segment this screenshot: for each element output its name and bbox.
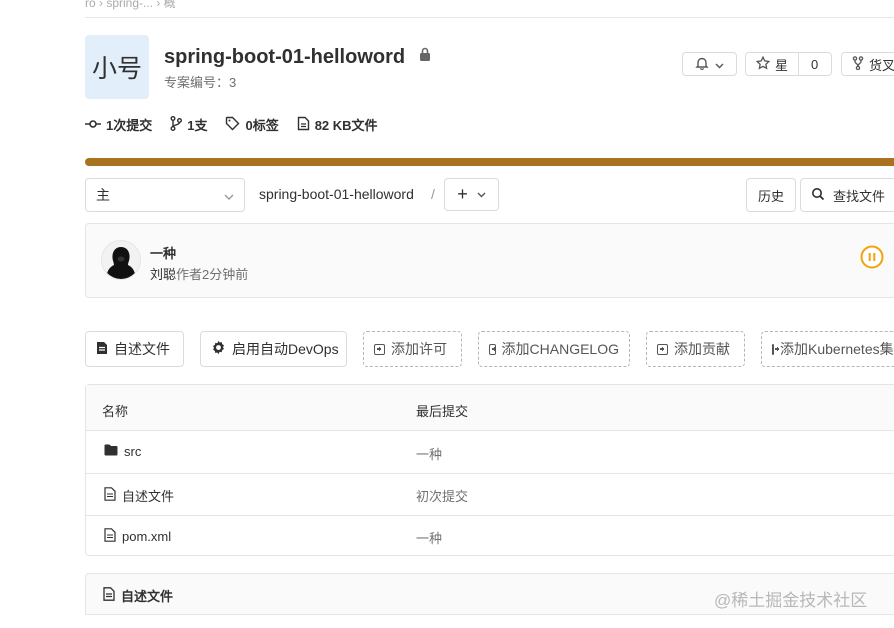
star-label: 星	[775, 57, 789, 73]
commit-author[interactable]: 刘聪	[150, 267, 176, 282]
project-id: 专案编号：3	[164, 75, 237, 90]
fork-label: 货叉	[869, 57, 894, 73]
path-separator: /	[431, 186, 435, 202]
enable-autodevops-button[interactable]: 启用自动DevOps	[200, 331, 347, 367]
file-text-icon	[96, 341, 108, 358]
plus-square-icon	[657, 343, 668, 355]
autodevops-button-label: 启用自动DevOps	[232, 341, 339, 357]
repository-language-bar	[85, 158, 894, 166]
tags-stat[interactable]: 0标签	[225, 115, 279, 134]
add-license-label: 添加许可	[391, 341, 447, 357]
star-icon	[755, 55, 771, 73]
notification-dropdown[interactable]	[682, 52, 737, 76]
fork-icon	[852, 55, 864, 73]
column-header-name: 名称	[102, 404, 129, 419]
top-breadcrumb[interactable]: ro › spring-... › 概	[85, 0, 176, 11]
plus-square-icon	[772, 343, 779, 355]
add-contributing-button[interactable]: 添加贡献	[646, 331, 745, 367]
find-file-button[interactable]: 查找文件	[800, 178, 894, 212]
gear-icon	[211, 340, 226, 358]
file-last-commit[interactable]: 一种	[416, 444, 442, 463]
size-value: 82 KB文件	[314, 118, 378, 133]
commits-count: 1次提交	[106, 118, 153, 133]
branch-icon	[170, 115, 183, 134]
chevron-down-icon	[715, 57, 724, 72]
author-avatar[interactable]	[101, 240, 141, 280]
file-tree-header	[86, 385, 894, 431]
file-icon	[104, 487, 116, 504]
column-header-last-commit: 最后提交	[416, 404, 469, 419]
table-row[interactable]: pom.xml 一种	[86, 515, 894, 557]
branch-select-value: 主	[96, 187, 110, 203]
chevron-down-icon	[477, 192, 486, 198]
file-name-cell[interactable]: src	[104, 444, 141, 459]
project-title: spring-boot-01-helloword	[164, 44, 431, 69]
last-commit-panel	[85, 223, 894, 298]
lock-icon	[419, 44, 431, 67]
add-changelog-button[interactable]: 添加CHANGELOG	[478, 331, 630, 367]
readme-title[interactable]: 自述文件	[103, 586, 173, 605]
table-row[interactable]: src 一种	[86, 431, 894, 474]
size-stat: 82 KB文件	[297, 115, 378, 134]
tag-icon	[225, 116, 240, 134]
file-name-cell[interactable]: pom.xml	[104, 528, 171, 545]
folder-icon	[104, 444, 118, 459]
commits-stat[interactable]: 1次提交	[85, 115, 152, 134]
readme-button[interactable]: 自述文件	[85, 331, 184, 367]
fork-button[interactable]: 货叉	[841, 52, 894, 76]
file-size-icon	[297, 116, 310, 134]
file-name: src	[124, 444, 142, 459]
path-breadcrumb[interactable]: spring-boot-01-helloword	[259, 186, 414, 202]
search-icon	[811, 187, 825, 204]
tags-count: 0标签	[245, 118, 279, 133]
project-title-text: spring-boot-01-helloword	[164, 46, 406, 68]
file-name: 自述文件	[122, 489, 175, 504]
file-icon	[104, 528, 116, 545]
bell-icon	[695, 56, 709, 73]
commit-icon	[85, 117, 101, 132]
add-license-button[interactable]: 添加许可	[363, 331, 462, 367]
project-avatar: 小号	[85, 35, 149, 99]
pipeline-paused-icon[interactable]	[860, 245, 884, 272]
add-dropdown-button[interactable]: +	[444, 178, 499, 211]
header-divider	[85, 17, 894, 18]
file-name-cell[interactable]: 自述文件	[104, 486, 174, 505]
add-kubernetes-label: 添加Kubernetes集群	[780, 341, 894, 357]
history-button[interactable]: 历史	[746, 178, 796, 212]
plus-icon: +	[457, 184, 468, 204]
table-row[interactable]: 自述文件 初次提交	[86, 473, 894, 516]
commit-time: 作者2分钟前	[176, 267, 249, 282]
readme-title-text: 自述文件	[121, 589, 174, 604]
file-last-commit[interactable]: 初次提交	[416, 486, 468, 505]
file-name: pom.xml	[122, 529, 172, 544]
commit-title[interactable]: 一种	[150, 243, 176, 262]
plus-square-icon	[374, 343, 385, 355]
file-last-commit[interactable]: 一种	[416, 528, 442, 547]
file-text-icon	[103, 587, 115, 604]
project-stats: 1次提交 1支 0标签 82 KB文件	[85, 115, 378, 134]
readme-button-label: 自述文件	[114, 341, 170, 357]
branches-stat[interactable]: 1支	[170, 115, 207, 134]
branches-count: 1支	[187, 118, 208, 133]
plus-square-icon	[489, 343, 496, 355]
commit-meta: 刘聪作者2分钟前	[150, 264, 248, 283]
branch-select[interactable]: 主	[85, 178, 245, 212]
star-button[interactable]: 星 0	[745, 52, 832, 76]
star-count: 0	[798, 53, 818, 75]
add-kubernetes-button[interactable]: 添加Kubernetes集群	[761, 331, 894, 367]
chevron-down-icon	[224, 187, 234, 203]
add-contributing-label: 添加贡献	[674, 341, 730, 357]
add-changelog-label: 添加CHANGELOG	[501, 341, 619, 357]
watermark: @稀土掘金技术社区	[714, 591, 868, 610]
find-file-label: 查找文件	[833, 188, 886, 204]
